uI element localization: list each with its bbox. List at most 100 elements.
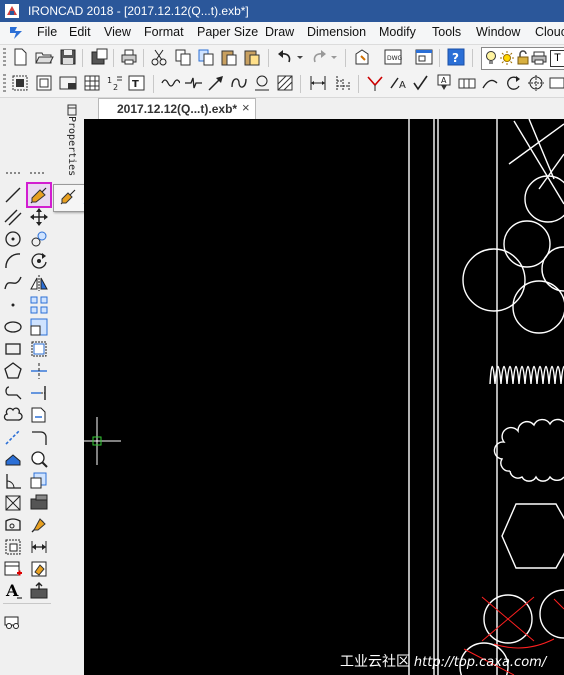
new-file-icon[interactable] [10,47,30,67]
fillet-icon[interactable] [29,427,49,447]
menu-draw[interactable]: Draw [265,25,294,39]
spline-curve-icon[interactable] [3,273,23,293]
datum-icon[interactable]: A [434,73,454,93]
label-icon[interactable] [548,73,564,93]
line-icon[interactable] [3,185,23,205]
arrow-icon[interactable] [206,73,226,93]
roughness-icon[interactable] [411,73,431,93]
window-select-icon[interactable] [34,73,54,93]
menu-window[interactable]: Window [476,25,520,39]
trim-icon[interactable] [29,361,49,381]
hatch-fill-icon[interactable] [3,449,23,469]
format-painter-icon[interactable] [29,515,49,535]
layer-on-bulb-icon[interactable] [484,50,498,69]
parallel-line-icon[interactable] [3,207,23,227]
numbering-icon[interactable]: 12 [105,73,125,93]
drawing-canvas[interactable] [84,119,564,675]
app-menu-icon[interactable] [8,25,24,41]
menu-file[interactable]: File [37,25,57,39]
redo-icon[interactable] [309,47,329,67]
menu-cloud[interactable]: Clouc [535,25,564,39]
paint-bucket-icon[interactable] [29,559,49,579]
spline-icon[interactable] [229,73,249,93]
scale-icon[interactable] [29,317,49,337]
tolerance-icon[interactable] [457,73,477,93]
move-icon[interactable] [29,207,49,227]
mirror-icon[interactable] [29,273,49,293]
drawing-window-icon[interactable] [414,47,434,67]
save-icon[interactable] [58,47,78,67]
open-file-icon[interactable] [34,47,54,67]
properties-panel-tab[interactable]: Properties [63,100,81,180]
polyline-icon[interactable] [3,383,23,403]
undo-icon[interactable] [275,47,295,67]
centerline-option-1-icon[interactable] [58,187,78,207]
menu-view[interactable]: View [104,25,131,39]
measure-tool-icon[interactable] [3,611,23,631]
frame-icon[interactable] [58,73,78,93]
layer-selector[interactable]: T [481,47,564,70]
rotate-icon[interactable] [29,251,49,271]
ellipse-icon[interactable] [3,317,23,337]
layer-print-icon[interactable] [531,50,547,69]
region-icon[interactable] [3,537,23,557]
linear-dimension-icon[interactable] [308,73,328,93]
toolbar-grip[interactable] [6,172,20,174]
wave-line-icon[interactable] [160,73,181,93]
arc-icon[interactable] [3,251,23,271]
break-line-icon[interactable] [183,73,203,93]
rectangle-icon[interactable] [3,339,23,359]
angle-line-icon[interactable] [3,471,23,491]
layer-lock-icon[interactable] [517,50,529,69]
copy-icon[interactable] [173,47,193,67]
break-icon[interactable] [29,405,49,425]
block-icon[interactable] [29,493,49,513]
polygon-icon[interactable] [3,361,23,381]
save-copy-icon[interactable] [89,47,109,67]
menu-modify[interactable]: Modify [379,25,416,39]
scale-dimension-icon[interactable] [29,537,49,557]
leader-icon[interactable] [365,73,385,93]
arc-leader-icon[interactable] [480,73,500,93]
undo-dropdown-icon[interactable] [295,47,305,67]
paste-icon[interactable] [219,47,239,67]
toolbar-grip[interactable] [30,172,44,174]
explode-icon[interactable] [29,471,49,491]
polygon-rounded-icon[interactable] [3,515,23,535]
menu-dimension[interactable]: Dimension [307,25,366,39]
text-tool-icon[interactable]: A [3,581,23,601]
document-tab[interactable]: 2017.12.12(Q...t).exb* × [98,98,256,119]
dwg-export-icon[interactable]: DWG [383,47,403,67]
circle-mark-icon[interactable] [526,73,546,93]
circle-icon[interactable] [3,229,23,249]
centerline-icon[interactable] [252,73,272,93]
toolbar-grip[interactable] [3,74,6,94]
select-all-icon[interactable] [10,73,30,93]
point-icon[interactable] [3,295,23,315]
help-icon[interactable]: ? [446,47,466,67]
paste-special-icon[interactable] [242,47,262,67]
rotate-view-icon[interactable] [503,73,523,93]
border-frame-icon[interactable] [3,493,23,513]
dashed-line-icon[interactable] [3,427,23,447]
copy-special-icon[interactable] [196,47,216,67]
baseline-dimension-icon[interactable] [333,73,353,93]
menu-format[interactable]: Format [144,25,184,39]
menu-edit[interactable]: Edit [69,25,91,39]
text-table-icon[interactable]: T [127,73,147,93]
layer-freeze-sun-icon[interactable] [499,50,515,69]
menu-tools[interactable]: Tools [432,25,461,39]
cloud-line-icon[interactable] [3,405,23,425]
export-icon[interactable] [29,581,49,601]
app-icon[interactable] [4,3,20,19]
toolbar-grip[interactable] [3,48,6,68]
copy-rotate-icon[interactable] [29,229,49,249]
redo-dropdown-icon[interactable] [329,47,339,67]
array-icon[interactable] [29,295,49,315]
centerline-tool-selected-icon[interactable] [26,182,52,208]
hatch-icon[interactable] [275,73,295,93]
weld-symbol-icon[interactable]: A [388,73,408,93]
close-tab-icon[interactable]: × [242,100,250,115]
extend-icon[interactable] [29,383,49,403]
menu-paper-size[interactable]: Paper Size [197,25,258,39]
